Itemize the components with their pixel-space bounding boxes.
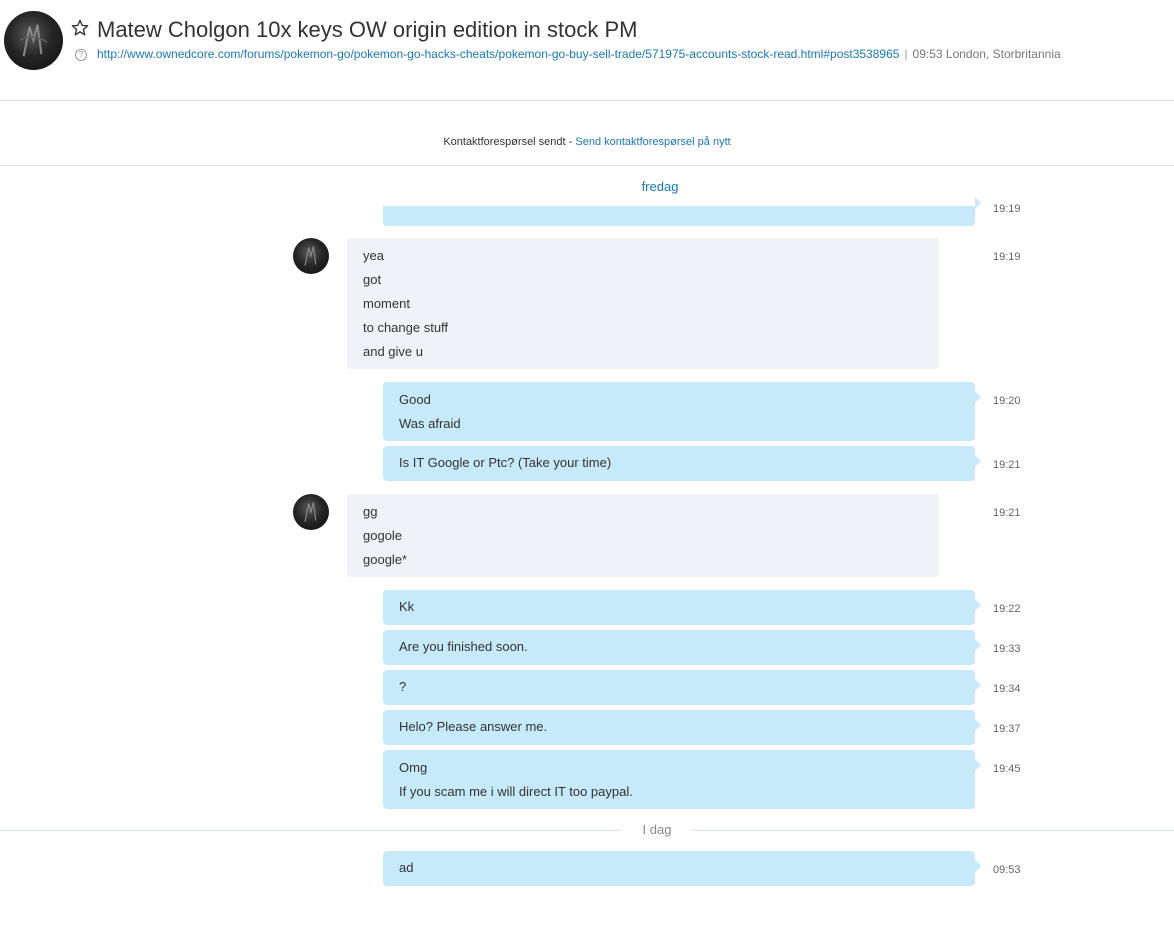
outgoing-message[interactable]: Are you finished soon. xyxy=(383,630,981,665)
message-time: 09:53 xyxy=(993,864,1021,876)
outgoing-message[interactable]: Good Was afraid xyxy=(383,382,981,441)
contact-avatar[interactable] xyxy=(4,11,63,70)
request-status: Kontaktforespørsel sendt - xyxy=(443,136,576,148)
message-text: Kk xyxy=(399,599,415,614)
message-text: to change stuff xyxy=(363,320,449,335)
message-text: ? xyxy=(399,679,407,694)
message-text: google* xyxy=(363,552,408,567)
message-text: Was afraid xyxy=(399,416,461,431)
message-time: 19:19 xyxy=(993,251,1021,263)
divider xyxy=(0,830,622,831)
message-text: If you scam me i will direct IT too payp… xyxy=(399,784,633,799)
outgoing-message[interactable]: ? xyxy=(383,670,981,705)
conversation-title: Matew Cholgon 10x keys OW origin edition… xyxy=(97,17,638,42)
message-text: ad xyxy=(399,860,414,875)
contact-request-bar: Kontaktforespørsel sendt - Send kontaktf… xyxy=(0,101,1174,166)
conversation-header: Matew Cholgon 10x keys OW origin edition… xyxy=(0,0,1174,101)
message-text: gogole xyxy=(363,528,403,543)
message-time: 19:34 xyxy=(993,683,1021,695)
message-list[interactable]: fredag Checked? 19:19 yea got moment to … xyxy=(0,166,1174,928)
incoming-message[interactable]: yea got moment to change stuff and give … xyxy=(347,238,939,369)
separator: | xyxy=(904,47,908,61)
today-separator: I dag xyxy=(0,820,1174,840)
message-time: 19:20 xyxy=(993,395,1021,407)
message-text: yea xyxy=(363,248,384,263)
outgoing-message[interactable]: Is IT Google or Ptc? (Take your time) xyxy=(383,446,981,481)
outgoing-message[interactable]: ad xyxy=(383,851,981,886)
divider xyxy=(691,830,1174,831)
message-time: 19:21 xyxy=(993,507,1021,519)
message-text: Omg xyxy=(399,760,428,775)
message-time: 19:37 xyxy=(993,723,1021,735)
star-icon[interactable] xyxy=(71,19,89,37)
message-time: 19:21 xyxy=(993,459,1021,471)
message-time: 19:22 xyxy=(993,603,1021,615)
message-text: Are you finished soon. xyxy=(399,639,528,654)
outgoing-message[interactable]: Helo? Please answer me. xyxy=(383,710,981,745)
message-time: 19:45 xyxy=(993,763,1021,775)
mood-link[interactable]: http://www.ownedcore.com/forums/pokemon-… xyxy=(97,47,899,61)
message-text: gg xyxy=(363,504,378,519)
sender-avatar[interactable] xyxy=(293,238,329,274)
message-text: Good xyxy=(399,392,431,407)
message-text: Is IT Google or Ptc? (Take your time) xyxy=(399,455,612,470)
local-time: 09:53 London, Storbritannia xyxy=(912,47,1061,61)
message-text: and give u xyxy=(363,344,423,359)
message-text: moment xyxy=(363,296,410,311)
mood-line: http://www.ownedcore.com/forums/pokemon-… xyxy=(97,47,1061,61)
help-icon[interactable]: ? xyxy=(75,49,87,61)
incoming-message[interactable]: gg gogole google* xyxy=(347,494,939,577)
resend-request-link[interactable]: Send kontaktforespørsel på nytt xyxy=(575,136,730,148)
today-label: I dag xyxy=(642,822,672,837)
message-text: Helo? Please answer me. xyxy=(399,719,548,734)
message-time: 19:19 xyxy=(993,203,1021,215)
outgoing-message[interactable]: Kk xyxy=(383,590,981,625)
sender-avatar[interactable] xyxy=(293,494,329,530)
message-time: 19:33 xyxy=(993,643,1021,655)
outgoing-message[interactable]: Omg If you scam me i will direct IT too … xyxy=(383,750,981,809)
message-text: got xyxy=(363,272,382,287)
day-separator: fredag xyxy=(345,166,975,206)
